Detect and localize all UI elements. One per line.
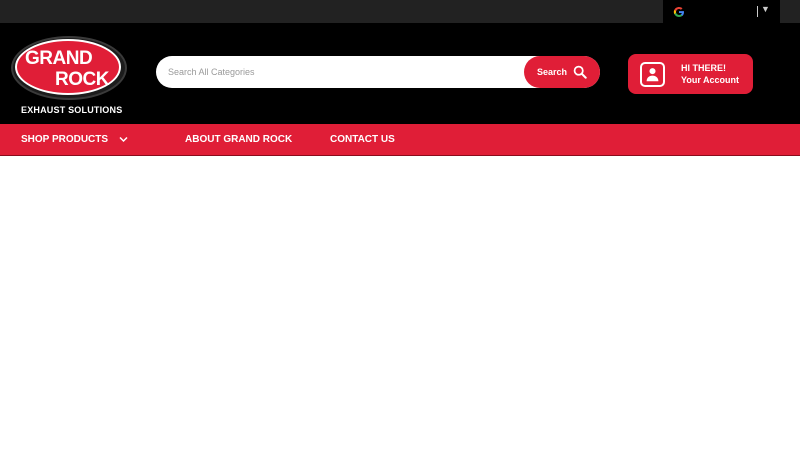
logo-tagline: EXHAUST SOLUTIONS: [21, 105, 123, 115]
logo-text-line2: ROCK: [55, 69, 109, 90]
account-button[interactable]: HI THERE! Your Account: [628, 54, 753, 94]
translate-divider: [757, 6, 758, 17]
user-icon: [640, 62, 665, 87]
search-bar: Search: [156, 56, 600, 88]
search-button[interactable]: Search: [524, 56, 600, 88]
google-translate-widget[interactable]: ▼: [663, 0, 780, 23]
nav-shop-products[interactable]: SHOP PRODUCTS: [21, 124, 108, 156]
logo-text-line1: GRAND: [25, 48, 93, 69]
nav-contact-us[interactable]: CONTACT US: [330, 124, 395, 156]
main-nav: SHOP PRODUCTS ABOUT GRAND ROCK CONTACT U…: [0, 124, 800, 156]
grand-rock-logo[interactable]: GRAND ROCK EXHAUST SOLUTIONS: [11, 36, 127, 116]
account-label: Your Account: [681, 75, 739, 85]
nav-about-grand-rock[interactable]: ABOUT GRAND ROCK: [185, 124, 292, 156]
account-greeting: HI THERE!: [681, 63, 726, 73]
site-header: GRAND ROCK EXHAUST SOLUTIONS Search HI T…: [0, 23, 800, 124]
caret-down-icon[interactable]: ▼: [761, 4, 770, 14]
top-bar: ▼: [0, 0, 800, 23]
search-icon: [573, 65, 587, 79]
google-g-icon: [673, 7, 684, 17]
chevron-down-icon[interactable]: [119, 136, 128, 143]
search-button-label: Search: [536, 67, 568, 77]
search-input[interactable]: [168, 62, 518, 82]
